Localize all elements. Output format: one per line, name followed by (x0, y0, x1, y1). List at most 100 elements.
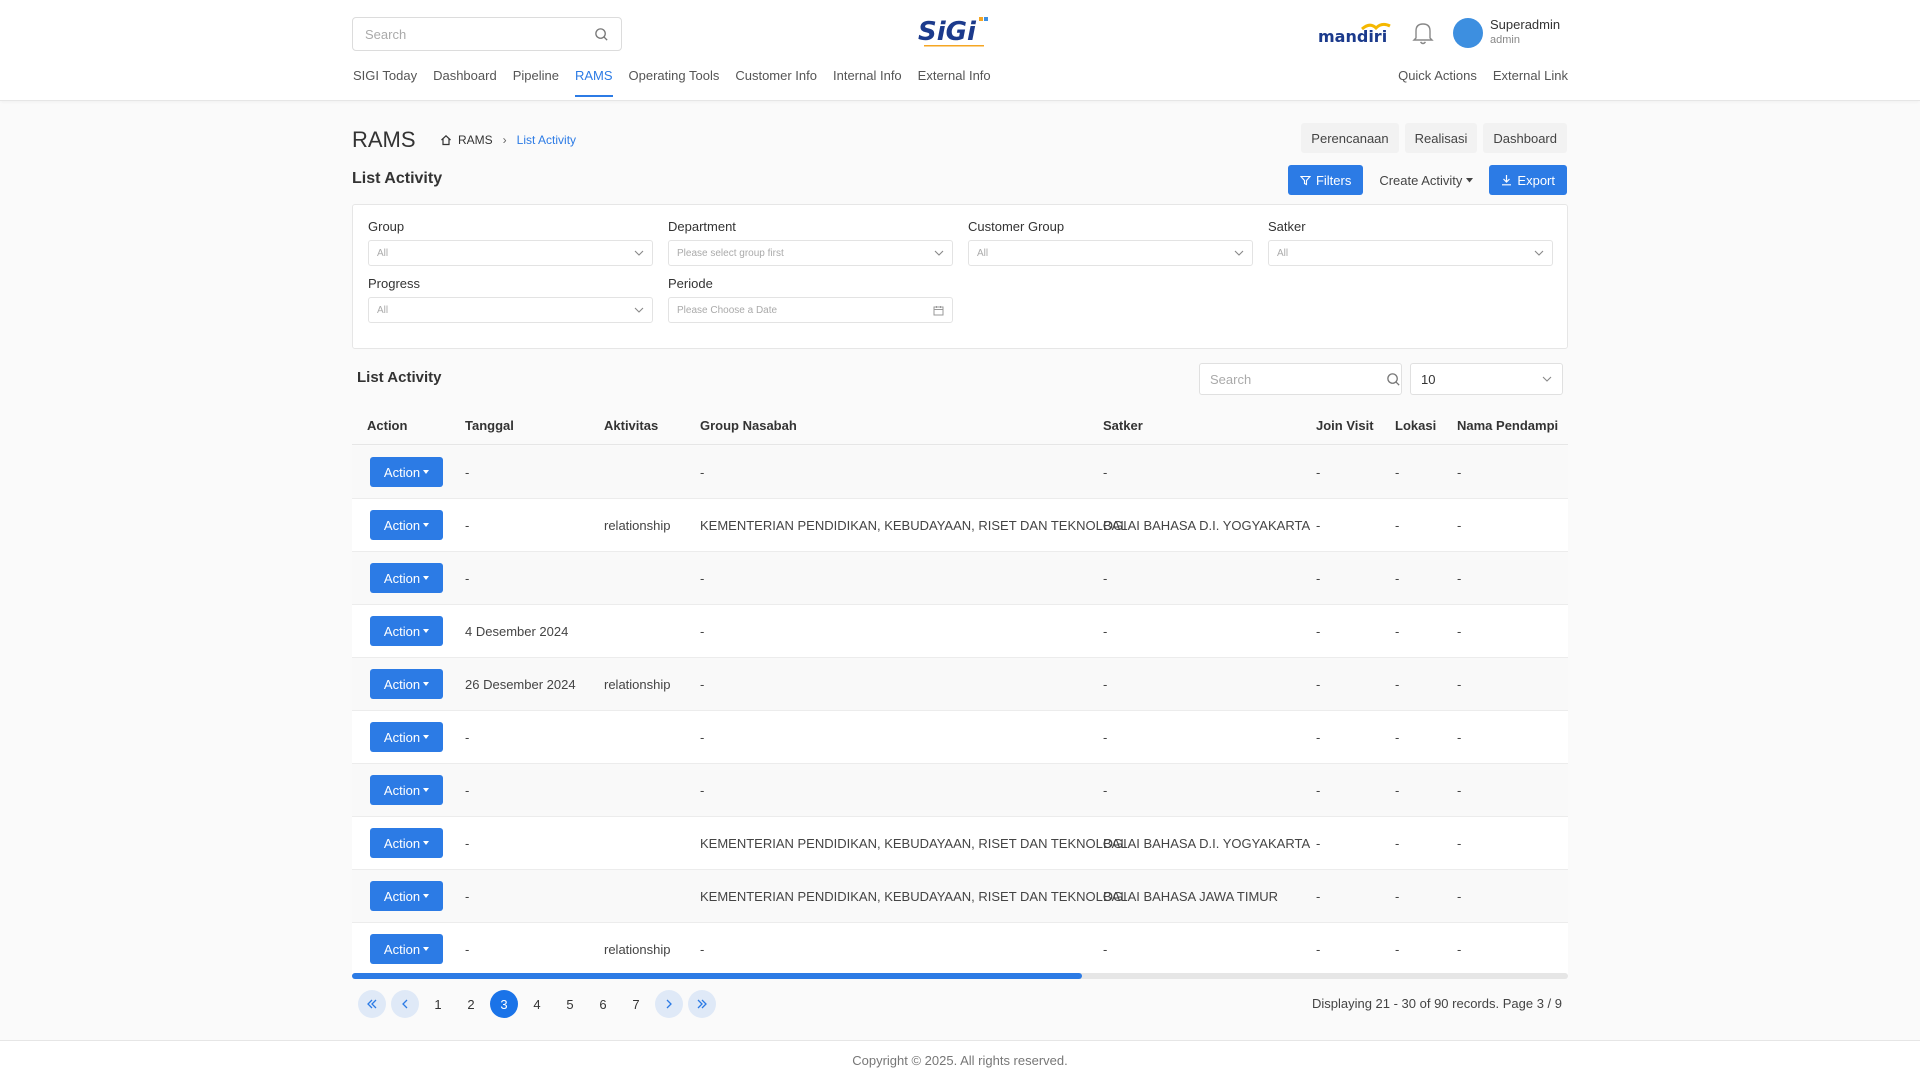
prev-page-button[interactable] (391, 990, 419, 1018)
create-activity-button[interactable]: Create Activity (1371, 165, 1481, 195)
table-row: Action 4 Desember 2024 - - - - - (352, 605, 1568, 658)
row-action-button[interactable]: Action (370, 563, 443, 593)
col-lokasi[interactable]: Lokasi (1395, 418, 1436, 433)
col-nama-pendamping[interactable]: Nama Pendampi (1457, 418, 1558, 433)
nav-internal-info[interactable]: Internal Info (833, 68, 902, 97)
home-icon[interactable] (440, 134, 452, 146)
col-aktivitas[interactable]: Aktivitas (604, 418, 658, 433)
cell-tanggal: - (465, 783, 470, 798)
user-avatar[interactable] (1453, 18, 1483, 48)
row-action-button[interactable]: Action (370, 881, 443, 911)
cell-satker: - (1103, 677, 1108, 692)
cell-nama-pendamping: - (1457, 942, 1462, 957)
page-number-button[interactable]: 5 (556, 990, 584, 1018)
row-action-button[interactable]: Action (370, 828, 443, 858)
cell-lokasi: - (1395, 942, 1400, 957)
nav-external-info[interactable]: External Info (918, 68, 991, 97)
cell-group-nasabah: KEMENTERIAN PENDIDIKAN, KEBUDAYAAN, RISE… (700, 889, 1127, 904)
group-select[interactable]: All (368, 240, 653, 266)
tab-perencanaan[interactable]: Perencanaan (1301, 123, 1399, 153)
department-select[interactable]: Please select group first (668, 240, 953, 266)
download-icon (1501, 174, 1512, 186)
filter-panel: Group All Department Please select group… (352, 204, 1568, 349)
export-button[interactable]: Export (1489, 165, 1567, 195)
search-icon[interactable] (1386, 372, 1401, 387)
search-icon[interactable] (594, 27, 609, 42)
row-action-button[interactable]: Action (370, 722, 443, 752)
row-action-button[interactable]: Action (370, 775, 443, 805)
breadcrumb-current[interactable]: List Activity (517, 133, 576, 147)
periode-date-picker[interactable]: Please Choose a Date (668, 297, 953, 323)
chevron-left-icon (402, 999, 408, 1009)
nav-operating-tools[interactable]: Operating Tools (629, 68, 720, 97)
cell-group-nasabah: KEMENTERIAN PENDIDIKAN, KEBUDAYAAN, RISE… (700, 518, 1127, 533)
caret-down-icon (423, 523, 430, 527)
chevron-right-icon (666, 999, 672, 1009)
row-action-label: Action (383, 782, 421, 798)
nav-right: Quick Actions External Link (1382, 68, 1568, 83)
cell-tanggal: - (465, 465, 470, 480)
cell-lokasi: - (1395, 836, 1400, 851)
col-join-visit[interactable]: Join Visit (1316, 418, 1374, 433)
nav-dashboard[interactable]: Dashboard (433, 68, 497, 97)
filter-icon (1299, 175, 1311, 186)
create-activity-label: Create Activity (1379, 172, 1463, 188)
cell-join-visit: - (1316, 571, 1321, 586)
col-satker[interactable]: Satker (1103, 418, 1143, 433)
cell-lokasi: - (1395, 624, 1400, 639)
customer-group-select[interactable]: All (968, 240, 1253, 266)
nav-rams[interactable]: RAMS (574, 68, 613, 97)
cell-satker: - (1103, 942, 1108, 957)
nav-quick-actions[interactable]: Quick Actions (1398, 68, 1477, 83)
row-action-button[interactable]: Action (370, 669, 443, 699)
nav-pipeline[interactable]: Pipeline (513, 68, 559, 97)
page-number-button[interactable]: 2 (457, 990, 485, 1018)
cell-satker: - (1103, 571, 1108, 586)
row-action-button[interactable]: Action (370, 457, 443, 487)
nav-sigi-today[interactable]: SIGI Today (353, 68, 417, 97)
cell-lokasi: - (1395, 783, 1400, 798)
cell-lokasi: - (1395, 889, 1400, 904)
last-page-button[interactable] (688, 990, 716, 1018)
global-search-input[interactable] (365, 26, 594, 42)
global-search[interactable] (352, 17, 622, 51)
nav-customer-info[interactable]: Customer Info (735, 68, 817, 97)
progress-select[interactable]: All (368, 297, 653, 323)
table-search-input[interactable] (1210, 371, 1386, 387)
tab-realisasi[interactable]: Realisasi (1404, 123, 1478, 153)
table-row: Action 26 Desember 2024 relationship - - - - - (352, 658, 1568, 711)
horizontal-scrollbar[interactable] (352, 973, 1568, 979)
satker-select[interactable]: All (1268, 240, 1553, 266)
col-group-nasabah[interactable]: Group Nasabah (700, 418, 797, 433)
user-role: admin (1490, 34, 1520, 46)
horizontal-scrollbar-thumb[interactable] (352, 973, 1082, 979)
filters-button[interactable]: Filters (1287, 165, 1364, 195)
row-action-label: Action (383, 729, 421, 745)
double-chevron-left-icon (367, 999, 377, 1009)
col-tanggal[interactable]: Tanggal (465, 418, 514, 433)
caret-down-icon (423, 576, 430, 580)
user-name[interactable]: Superadmin (1490, 17, 1560, 32)
table-search[interactable] (1199, 363, 1402, 395)
row-action-button[interactable]: Action (370, 616, 443, 646)
notification-bell-icon[interactable] (1411, 20, 1435, 46)
tab-dashboard[interactable]: Dashboard (1483, 123, 1567, 153)
next-page-button[interactable] (655, 990, 683, 1018)
cell-tanggal: - (465, 518, 470, 533)
cell-join-visit: - (1316, 677, 1321, 692)
sigi-logo[interactable]: SiGi (916, 14, 996, 50)
cell-join-visit: - (1316, 836, 1321, 851)
caret-down-icon (423, 788, 430, 792)
first-page-button[interactable] (358, 990, 386, 1018)
page-number-button[interactable]: 3 (490, 990, 518, 1018)
page-number-button[interactable]: 7 (622, 990, 650, 1018)
nav-external-link[interactable]: External Link (1493, 68, 1568, 83)
page-number-button[interactable]: 1 (424, 990, 452, 1018)
row-action-button[interactable]: Action (370, 934, 443, 964)
table-header: Action Tanggal Aktivitas Group Nasabah S… (352, 405, 1568, 445)
page-size-select[interactable]: 10 (1410, 363, 1563, 395)
page-number-button[interactable]: 4 (523, 990, 551, 1018)
page-number-button[interactable]: 6 (589, 990, 617, 1018)
row-action-button[interactable]: Action (370, 510, 443, 540)
breadcrumb-root[interactable]: RAMS (458, 133, 493, 147)
